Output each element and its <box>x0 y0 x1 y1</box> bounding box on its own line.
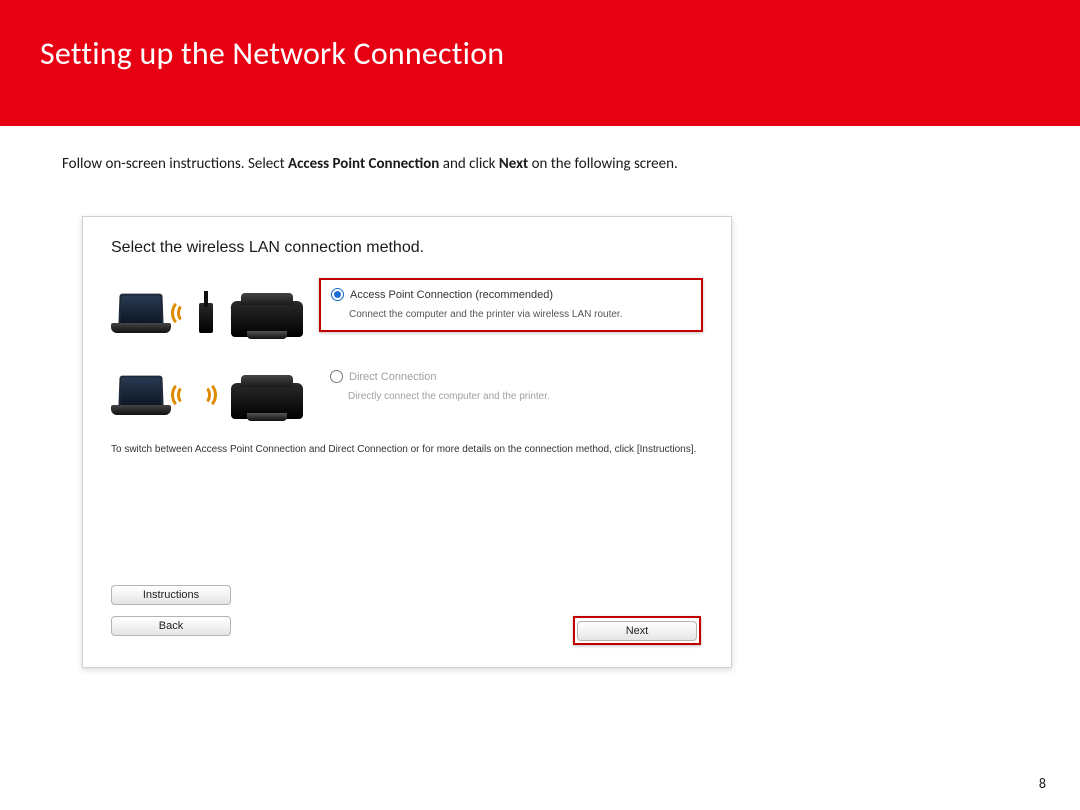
intro-bold-access-point: Access Point Connection <box>288 155 439 173</box>
radio-direct[interactable] <box>330 370 343 383</box>
printer-icon <box>231 369 303 419</box>
radio-access-point[interactable] <box>331 288 344 301</box>
laptop-icon <box>111 375 171 415</box>
intro-prefix: Follow on-screen instructions. Select <box>62 155 288 173</box>
next-button[interactable]: Next <box>577 621 697 641</box>
option-desc: Directly connect the computer and the pr… <box>348 391 692 402</box>
option-desc: Connect the computer and the printer via… <box>349 309 691 320</box>
next-button-highlight: Next <box>573 616 701 645</box>
laptop-icon <box>111 293 171 333</box>
page-number: 8 <box>1039 775 1046 792</box>
header-band: Setting up the Network Connection <box>0 0 1080 126</box>
option-access-point[interactable]: Access Point Connection (recommended) Co… <box>319 278 703 332</box>
router-icon <box>195 291 217 333</box>
intro-mid: and click <box>443 155 499 173</box>
installer-window: Select the wireless LAN connection metho… <box>82 216 732 668</box>
wifi-waves-icon <box>195 377 217 407</box>
intro-suffix: on the following screen. <box>532 155 678 173</box>
button-row-nav: Back Next <box>111 616 701 645</box>
option-label: Access Point Connection (recommended) <box>350 289 553 301</box>
option-row-access-point: Access Point Connection (recommended) Co… <box>83 271 731 339</box>
wifi-waves-icon <box>171 377 193 407</box>
instructions-button[interactable]: Instructions <box>111 585 231 605</box>
installer-hint: To switch between Access Point Connectio… <box>83 435 731 457</box>
option-row-direct: Direct Connection Directly connect the c… <box>83 353 731 421</box>
page-title: Setting up the Network Connection <box>40 34 504 73</box>
intro-bold-next: Next <box>499 155 528 173</box>
wifi-waves-icon <box>171 295 193 325</box>
printer-icon <box>231 287 303 337</box>
back-button[interactable]: Back <box>111 616 231 636</box>
illustration-direct <box>111 353 303 421</box>
option-direct[interactable]: Direct Connection Directly connect the c… <box>319 361 703 413</box>
button-row-instructions: Instructions <box>111 585 701 605</box>
illustration-access-point <box>111 271 303 339</box>
option-label: Direct Connection <box>349 371 436 383</box>
installer-title: Select the wireless LAN connection metho… <box>83 217 731 271</box>
intro-text: Follow on-screen instructions. Select Ac… <box>62 155 1020 173</box>
